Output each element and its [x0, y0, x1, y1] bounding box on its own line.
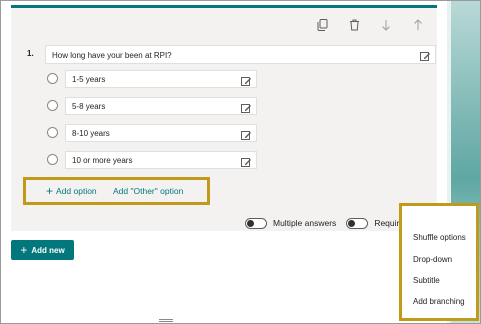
- radio-icon: [47, 127, 58, 138]
- media-edit-icon[interactable]: [241, 128, 252, 146]
- plus-icon: +: [20, 243, 28, 257]
- move-down-icon[interactable]: [379, 18, 393, 32]
- menu-item-add-branching[interactable]: Add branching: [413, 297, 465, 306]
- option-input[interactable]: 10 or more years: [65, 151, 257, 169]
- add-option-highlight: + Add option Add "Other" option: [23, 177, 210, 205]
- add-new-button[interactable]: + Add new: [11, 240, 74, 260]
- option-text: 8-10 years: [72, 129, 110, 138]
- form-editor-window: 1. How long have your been at RPI? 1-5 y…: [0, 0, 481, 324]
- radio-icon: [47, 100, 58, 111]
- option-row: 5-8 years: [47, 97, 259, 115]
- add-option-label: Add option: [56, 186, 97, 196]
- plus-icon: +: [46, 184, 54, 198]
- question-number: 1.: [27, 49, 34, 58]
- option-row: 10 or more years: [47, 151, 259, 169]
- option-text: 5-8 years: [72, 102, 106, 111]
- required-toggle[interactable]: [346, 217, 369, 229]
- media-edit-icon[interactable]: [241, 74, 252, 92]
- question-settings: Multiple answers Required: [245, 216, 409, 230]
- option-input[interactable]: 5-8 years: [65, 97, 257, 115]
- menu-item-subtitle[interactable]: Subtitle: [413, 276, 440, 285]
- radio-icon: [47, 154, 58, 165]
- copy-icon[interactable]: [315, 18, 329, 32]
- add-other-option-button[interactable]: Add "Other" option: [113, 186, 183, 196]
- multiple-answers-label: Multiple answers: [273, 218, 337, 228]
- resize-handle[interactable]: [159, 319, 173, 322]
- option-text: 1-5 years: [72, 75, 106, 84]
- radio-icon: [47, 73, 58, 84]
- move-up-icon[interactable]: [411, 18, 425, 32]
- delete-icon[interactable]: [347, 18, 361, 32]
- more-options-menu: Shuffle options Drop-down Subtitle Add b…: [399, 203, 479, 321]
- menu-item-shuffle-options[interactable]: Shuffle options: [413, 233, 466, 242]
- menu-item-drop-down[interactable]: Drop-down: [413, 255, 452, 264]
- add-other-option-label: Add "Other" option: [113, 186, 184, 196]
- media-edit-icon[interactable]: [420, 49, 431, 67]
- option-input[interactable]: 1-5 years: [65, 70, 257, 88]
- multiple-answers-toggle[interactable]: [245, 217, 267, 229]
- option-input[interactable]: 8-10 years: [65, 124, 257, 142]
- option-row: 1-5 years: [47, 70, 259, 88]
- add-option-button[interactable]: + Add option: [46, 184, 97, 198]
- question-row: 1. How long have your been at RPI?: [27, 45, 436, 65]
- option-text: 10 or more years: [72, 156, 133, 165]
- question-title-input[interactable]: How long have your been at RPI?: [45, 45, 436, 64]
- question-title-text: How long have your been at RPI?: [52, 51, 172, 60]
- media-edit-icon[interactable]: [241, 101, 252, 119]
- add-new-label: Add new: [31, 245, 65, 255]
- question-card: 1. How long have your been at RPI? 1-5 y…: [11, 5, 437, 231]
- question-toolbar: [315, 18, 425, 32]
- media-edit-icon[interactable]: [241, 155, 252, 173]
- option-row: 8-10 years: [47, 124, 259, 142]
